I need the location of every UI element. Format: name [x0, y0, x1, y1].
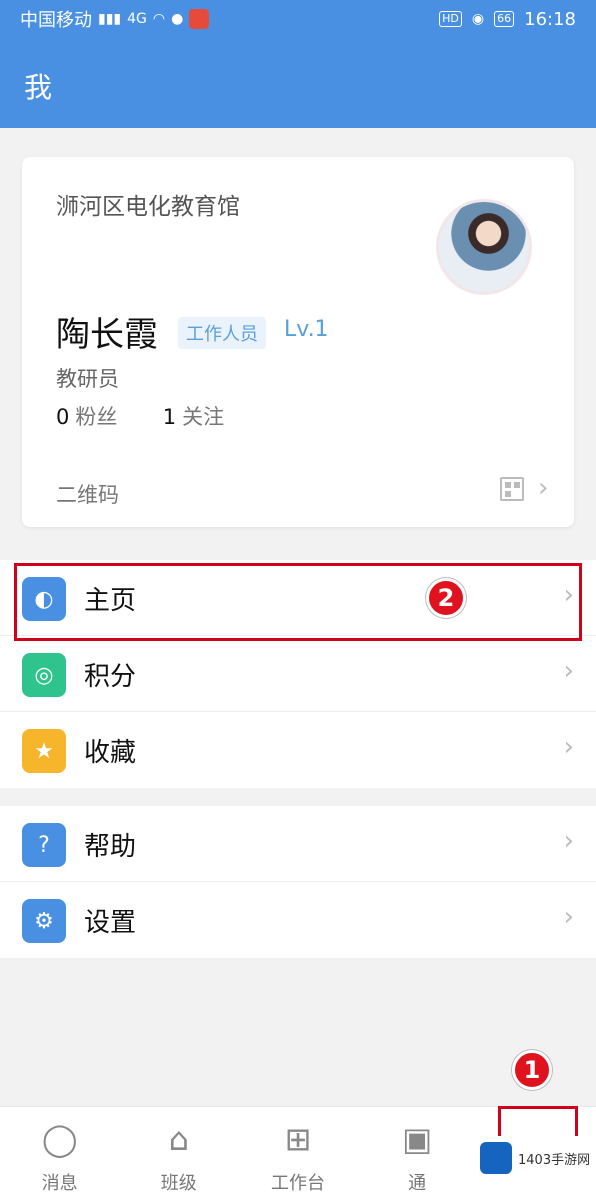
contacts-icon: ▣	[402, 1120, 433, 1158]
menu-group-system: ? 帮助 › ⚙ 设置 ›	[0, 806, 596, 958]
help-icon: ?	[22, 823, 66, 867]
points-icon: ◎	[22, 653, 66, 697]
step-1-badge: 1	[512, 1050, 552, 1090]
tab-label: 消息	[41, 1173, 78, 1194]
menu-item-favorites[interactable]: ★ 收藏 ›	[0, 712, 596, 788]
qr-code-label[interactable]: 二维码	[56, 479, 119, 509]
chevron-right-icon: ›	[563, 826, 574, 856]
message-icon: ◯	[41, 1120, 78, 1158]
battery-icon: 66	[494, 11, 515, 27]
user-position: 教研员	[56, 367, 119, 391]
profile-card[interactable]: 浉河区电化教育馆 陶长霞 工作人员 Lv.1 教研员 0 粉丝 1 关注 二维码 ›	[22, 157, 574, 527]
tab-label: 班级	[160, 1173, 197, 1194]
user-name: 陶长霞	[56, 315, 158, 355]
homepage-highlight-box	[14, 563, 582, 641]
step-2-badge: 2	[426, 578, 466, 618]
menu-item-label: 积分	[84, 662, 137, 692]
menu-item-settings[interactable]: ⚙ 设置 ›	[0, 882, 596, 958]
chevron-right-icon: ›	[563, 902, 574, 932]
level-badge: Lv.1	[284, 317, 329, 342]
tab-workbench[interactable]: ⊞ 工作台	[238, 1107, 357, 1196]
status-right: HD ◉ 66 16:18	[439, 9, 576, 30]
clock: 16:18	[524, 8, 576, 30]
follow-label: 关注	[182, 405, 225, 429]
signal-icon: ▮▮▮	[98, 11, 122, 27]
organization-name: 浉河区电化教育馆	[56, 194, 240, 220]
tab-contacts[interactable]: ▣ 通	[358, 1107, 477, 1196]
tab-messages[interactable]: ◯ 消息	[0, 1107, 119, 1196]
wifi-icon: ◠	[152, 11, 166, 27]
watermark-logo-icon	[480, 1142, 512, 1174]
avatar[interactable]	[436, 199, 532, 295]
menu-item-points[interactable]: ◎ 积分 ›	[0, 636, 596, 712]
page-title: 我	[24, 71, 53, 104]
fans-count: 0	[56, 405, 70, 429]
eye-icon: ◉	[471, 11, 485, 27]
chevron-right-icon: ›	[538, 473, 549, 503]
follow-stat[interactable]: 1 关注	[163, 405, 224, 429]
gear-icon: ⚙	[22, 899, 66, 943]
carrier-label: 中国移动	[20, 10, 92, 31]
role-badge: 工作人员	[178, 317, 266, 349]
status-left: 中国移动 ▮▮▮ 4G ◠ ●	[20, 6, 210, 32]
top-nav-bar: 我	[0, 38, 596, 128]
star-icon: ★	[22, 729, 66, 773]
menu-item-label: 设置	[84, 908, 137, 938]
qr-code-icon[interactable]	[500, 477, 524, 501]
tab-class[interactable]: ⌂ 班级	[119, 1107, 238, 1196]
menu-item-label: 帮助	[84, 832, 137, 862]
fans-stat[interactable]: 0 粉丝	[56, 405, 124, 429]
notification-app-icon	[189, 9, 210, 29]
hd-icon: HD	[439, 11, 462, 27]
fans-label: 粉丝	[75, 405, 118, 429]
home-icon: ⌂	[168, 1120, 189, 1158]
watermark-text: 1403手游网	[518, 1152, 591, 1168]
chevron-right-icon: ›	[563, 656, 574, 686]
watermark: 1403手游网	[476, 1136, 594, 1180]
follow-stats: 0 粉丝 1 关注	[56, 401, 224, 431]
network-type-label: 4G	[127, 11, 147, 27]
chat-app-icon: ●	[171, 11, 184, 27]
chevron-right-icon: ›	[563, 732, 574, 762]
menu-item-label: 收藏	[84, 738, 137, 768]
status-bar: 中国移动 ▮▮▮ 4G ◠ ● HD ◉ 66 16:18	[0, 0, 596, 38]
tab-label: 工作台	[270, 1173, 325, 1194]
tab-label: 通	[408, 1173, 427, 1194]
menu-item-help[interactable]: ? 帮助 ›	[0, 806, 596, 882]
workbench-icon: ⊞	[284, 1120, 312, 1158]
follow-count: 1	[162, 405, 177, 429]
